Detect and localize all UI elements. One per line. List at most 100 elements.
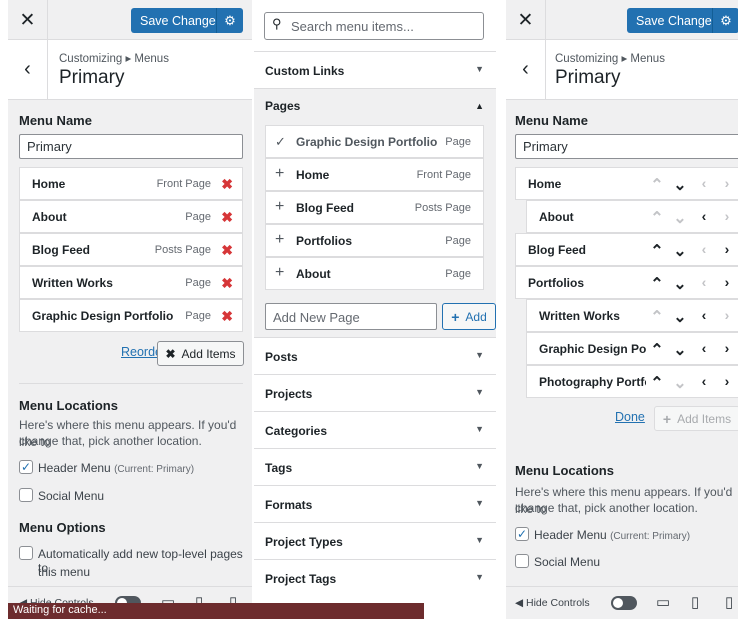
page-title: Primary — [59, 67, 125, 88]
chevron-up-icon[interactable]: ▲ — [475, 101, 484, 111]
page-list-item[interactable]: ✓ Graphic Design Portfolio Page — [265, 125, 484, 158]
accordion-section[interactable]: Tags ▼ — [254, 448, 496, 485]
menu-item-label: Portfolios — [528, 276, 584, 290]
move-left-icon[interactable]: ‹ — [696, 340, 712, 356]
accordion-section[interactable]: Posts ▼ — [254, 337, 496, 374]
move-up-icon[interactable]: ⌃ — [649, 373, 665, 393]
section-title-bar: ‹ Customizing ▸ Menus Primary — [506, 40, 738, 100]
move-down-icon[interactable]: ⌄ — [672, 340, 688, 360]
search-input[interactable]: Search menu items... — [264, 12, 484, 40]
remove-x-icon[interactable]: ✖ — [221, 308, 233, 325]
remove-x-icon[interactable]: ✖ — [221, 242, 233, 259]
add-items-button[interactable]: ✖ Add Items — [157, 341, 244, 366]
menu-item[interactable]: Blog Feed Posts Page ✖ — [19, 233, 243, 266]
reorder-menu-item: Home ⌃ ⌄ ‹ › — [515, 167, 738, 200]
page-list-item[interactable]: + Home Front Page — [265, 158, 484, 191]
gear-icon[interactable]: ⚙ — [216, 8, 243, 33]
social-menu-checkbox[interactable] — [515, 554, 529, 568]
move-right-icon[interactable]: › — [719, 340, 735, 356]
header-menu-label: Header Menu (Current: Primary) — [38, 461, 194, 475]
auto-add-pages-checkbox[interactable] — [19, 546, 33, 560]
chevron-down-icon: ▼ — [475, 424, 484, 434]
accordion-section[interactable]: Categories ▼ — [254, 411, 496, 448]
move-up-icon[interactable]: ⌃ — [649, 274, 665, 294]
move-right-icon[interactable]: › — [719, 274, 735, 290]
page-list-item[interactable]: + About Page — [265, 257, 484, 290]
accordion-custom-links[interactable]: Custom Links ▼ — [254, 51, 496, 88]
add-page-button[interactable]: + Add — [442, 303, 496, 330]
reorder-menu-item: About ⌃ ⌄ ‹ › — [526, 200, 738, 233]
plus-icon: + — [275, 198, 285, 215]
chevron-down-icon: ▼ — [475, 461, 484, 471]
add-items-label: Add Items — [181, 346, 236, 361]
header-menu-text: Header Menu — [534, 528, 607, 542]
move-left-icon[interactable]: ‹ — [696, 307, 712, 323]
desktop-icon[interactable]: ▭ — [656, 593, 670, 611]
move-up-icon[interactable]: ⌃ — [649, 241, 665, 261]
status-bar: Waiting for cache... — [8, 603, 424, 619]
remove-x-icon: ✖ — [165, 346, 176, 361]
close-icon[interactable]: ✕ — [506, 0, 546, 40]
menu-item-label: Blog Feed — [32, 243, 91, 257]
header-menu-checkbox[interactable]: ✓ — [515, 527, 529, 541]
header-menu-checkbox[interactable]: ✓ — [19, 460, 33, 474]
move-up-icon: ⌃ — [650, 210, 664, 227]
accordion-section[interactable]: Projects ▼ — [254, 374, 496, 411]
page-title: Primary — [555, 67, 621, 88]
page-list-item[interactable]: + Portfolios Page — [265, 224, 484, 257]
menu-item[interactable]: About Page ✖ — [19, 200, 243, 233]
move-left-icon: ‹ — [701, 241, 707, 257]
move-right-icon: › — [724, 208, 730, 224]
move-down-icon: ⌄ — [673, 210, 687, 227]
remove-x-icon[interactable]: ✖ — [221, 176, 233, 193]
mobile-icon[interactable]: ▯ — [725, 593, 733, 611]
move-up-icon[interactable]: ⌃ — [649, 340, 665, 360]
chevron-down-icon: ▼ — [475, 498, 484, 508]
move-right-icon[interactable]: › — [719, 241, 735, 257]
menu-item-type: Front Page — [156, 178, 211, 190]
move-left-icon[interactable]: ‹ — [696, 373, 712, 389]
page-list-item[interactable]: + Blog Feed Posts Page — [265, 191, 484, 224]
plus-icon: + — [275, 264, 285, 281]
auto-add-pages-label-line2: this menu — [38, 565, 91, 579]
menu-item-label: About — [32, 210, 67, 224]
gear-icon[interactable]: ⚙ — [712, 8, 738, 33]
header-menu-label: Header Menu (Current: Primary) — [534, 528, 690, 542]
move-left-icon[interactable]: ‹ — [696, 208, 712, 224]
menu-name-input[interactable]: Primary — [515, 134, 738, 159]
accordion-pages-label[interactable]: Pages — [265, 99, 300, 113]
customizer-footer: ◀ Hide Controls ▭ ▯ ▯ — [506, 586, 738, 619]
tablet-icon[interactable]: ▯ — [691, 593, 699, 611]
remove-x-icon[interactable]: ✖ — [221, 209, 233, 226]
menu-item[interactable]: Graphic Design Portfolio Page ✖ — [19, 299, 243, 332]
reorder-menu-item: Graphic Design Portfolio⌃ ⌄ ‹ › — [526, 332, 738, 365]
move-right-icon[interactable]: › — [719, 373, 735, 389]
move-down-icon[interactable]: ⌄ — [672, 241, 688, 261]
move-down-icon[interactable]: ⌄ — [672, 307, 688, 327]
chevron-left-icon[interactable]: ‹ — [8, 40, 48, 99]
close-icon[interactable]: ✕ — [8, 0, 48, 40]
move-up-icon: ⌃ — [650, 309, 664, 326]
done-link[interactable]: Done — [615, 410, 645, 424]
add-new-page-input[interactable]: Add New Page — [265, 303, 437, 330]
move-down-icon[interactable]: ⌄ — [672, 175, 688, 195]
chevron-left-icon[interactable]: ‹ — [506, 40, 546, 99]
move-down-icon[interactable]: ⌄ — [672, 274, 688, 294]
hide-controls-button[interactable]: ◀ Hide Controls — [515, 597, 590, 609]
remove-x-icon[interactable]: ✖ — [221, 275, 233, 292]
reorder-menu-item: Written Works ⌃ ⌄ ‹ › — [526, 299, 738, 332]
accordion-section[interactable]: Formats ▼ — [254, 485, 496, 522]
customizer-panel-left: ✕ Save Changes ⚙ ‹ Customizing ▸ Menus P… — [8, 0, 252, 619]
accordion-section[interactable]: Project Types ▼ — [254, 522, 496, 559]
menu-item[interactable]: Home Front Page ✖ — [19, 167, 243, 200]
page-item-type: Page — [445, 235, 471, 247]
plus-icon: + — [275, 231, 285, 248]
toggle-switch[interactable] — [611, 596, 637, 610]
menu-locations-heading: Menu Locations — [19, 398, 118, 413]
menu-name-input[interactable]: Primary — [19, 134, 243, 159]
accordion-section[interactable]: Project Tags ▼ — [254, 559, 496, 596]
social-menu-checkbox[interactable] — [19, 488, 33, 502]
menu-item[interactable]: Written Works Page ✖ — [19, 266, 243, 299]
hide-controls-label: Hide Controls — [526, 597, 590, 609]
section-title-bar: ‹ Customizing ▸ Menus Primary — [8, 40, 252, 100]
